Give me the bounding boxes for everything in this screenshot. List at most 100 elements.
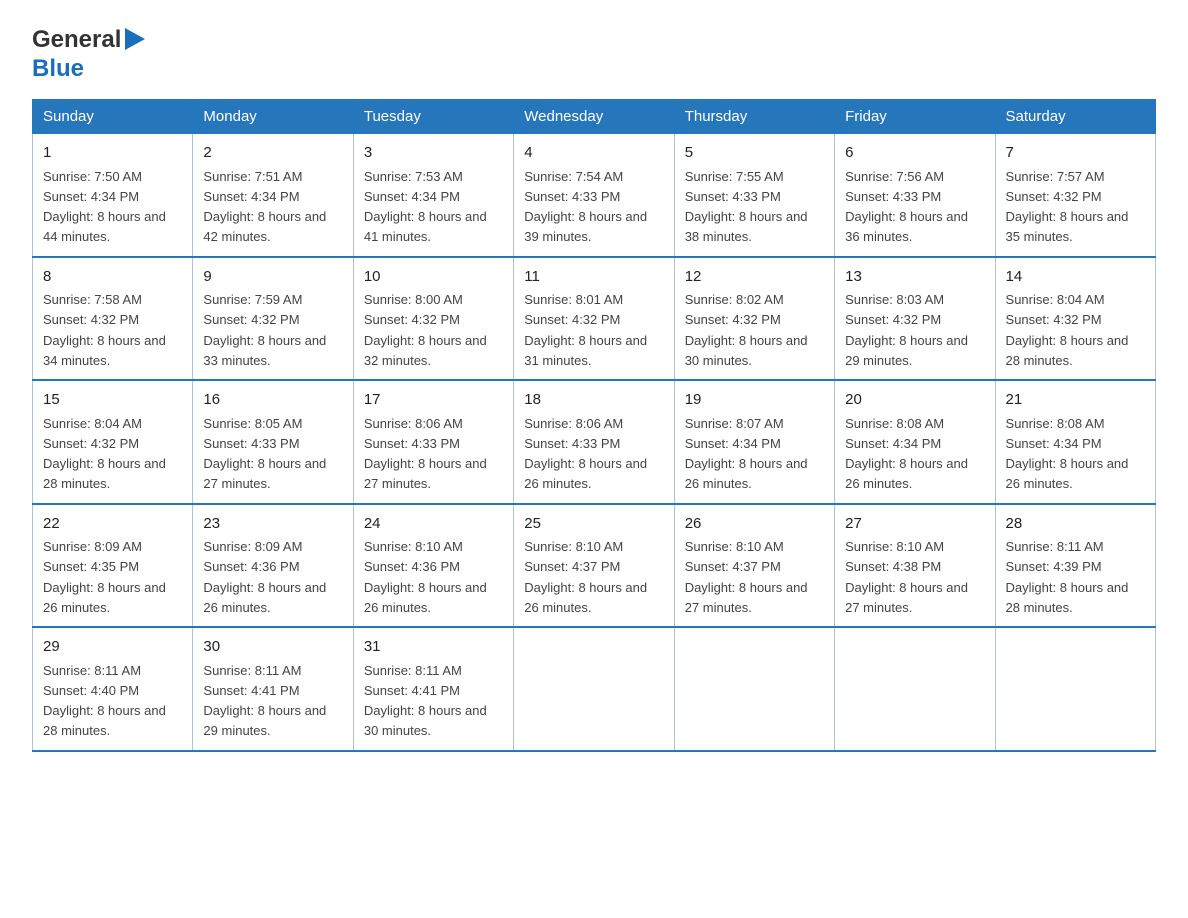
day-number: 27 xyxy=(845,513,984,536)
day-info: Sunrise: 8:05 AMSunset: 4:33 PMDaylight:… xyxy=(203,416,326,492)
calendar-cell: 6 Sunrise: 7:56 AMSunset: 4:33 PMDayligh… xyxy=(835,134,995,257)
day-info: Sunrise: 7:58 AMSunset: 4:32 PMDaylight:… xyxy=(43,292,166,368)
logo-blue-text: Blue xyxy=(32,55,84,82)
week-row-1: 1 Sunrise: 7:50 AMSunset: 4:34 PMDayligh… xyxy=(33,134,1156,257)
calendar-cell: 31 Sunrise: 8:11 AMSunset: 4:41 PMDaylig… xyxy=(353,627,513,751)
day-info: Sunrise: 8:04 AMSunset: 4:32 PMDaylight:… xyxy=(1006,292,1129,368)
calendar-cell: 18 Sunrise: 8:06 AMSunset: 4:33 PMDaylig… xyxy=(514,380,674,504)
calendar-cell: 17 Sunrise: 8:06 AMSunset: 4:33 PMDaylig… xyxy=(353,380,513,504)
week-row-2: 8 Sunrise: 7:58 AMSunset: 4:32 PMDayligh… xyxy=(33,257,1156,381)
calendar-cell: 2 Sunrise: 7:51 AMSunset: 4:34 PMDayligh… xyxy=(193,134,353,257)
day-number: 30 xyxy=(203,636,342,659)
day-info: Sunrise: 7:51 AMSunset: 4:34 PMDaylight:… xyxy=(203,169,326,245)
calendar-cell: 4 Sunrise: 7:54 AMSunset: 4:33 PMDayligh… xyxy=(514,134,674,257)
day-number: 10 xyxy=(364,266,503,289)
calendar-cell: 13 Sunrise: 8:03 AMSunset: 4:32 PMDaylig… xyxy=(835,257,995,381)
day-info: Sunrise: 8:06 AMSunset: 4:33 PMDaylight:… xyxy=(364,416,487,492)
calendar-cell: 22 Sunrise: 8:09 AMSunset: 4:35 PMDaylig… xyxy=(33,504,193,628)
weekday-header-saturday: Saturday xyxy=(995,100,1155,134)
calendar-cell: 21 Sunrise: 8:08 AMSunset: 4:34 PMDaylig… xyxy=(995,380,1155,504)
calendar-table: SundayMondayTuesdayWednesdayThursdayFrid… xyxy=(32,99,1156,752)
calendar-cell: 8 Sunrise: 7:58 AMSunset: 4:32 PMDayligh… xyxy=(33,257,193,381)
day-number: 8 xyxy=(43,266,182,289)
day-info: Sunrise: 8:10 AMSunset: 4:37 PMDaylight:… xyxy=(524,539,647,615)
day-info: Sunrise: 8:04 AMSunset: 4:32 PMDaylight:… xyxy=(43,416,166,492)
calendar-cell: 28 Sunrise: 8:11 AMSunset: 4:39 PMDaylig… xyxy=(995,504,1155,628)
day-info: Sunrise: 7:53 AMSunset: 4:34 PMDaylight:… xyxy=(364,169,487,245)
day-info: Sunrise: 8:07 AMSunset: 4:34 PMDaylight:… xyxy=(685,416,808,492)
day-number: 16 xyxy=(203,389,342,412)
calendar-cell: 15 Sunrise: 8:04 AMSunset: 4:32 PMDaylig… xyxy=(33,380,193,504)
day-info: Sunrise: 8:02 AMSunset: 4:32 PMDaylight:… xyxy=(685,292,808,368)
day-number: 19 xyxy=(685,389,824,412)
calendar-cell: 27 Sunrise: 8:10 AMSunset: 4:38 PMDaylig… xyxy=(835,504,995,628)
day-number: 23 xyxy=(203,513,342,536)
calendar-cell xyxy=(835,627,995,751)
day-number: 20 xyxy=(845,389,984,412)
calendar-cell xyxy=(514,627,674,751)
weekday-header-sunday: Sunday xyxy=(33,100,193,134)
day-info: Sunrise: 8:08 AMSunset: 4:34 PMDaylight:… xyxy=(1006,416,1129,492)
day-info: Sunrise: 7:50 AMSunset: 4:34 PMDaylight:… xyxy=(43,169,166,245)
calendar-cell: 16 Sunrise: 8:05 AMSunset: 4:33 PMDaylig… xyxy=(193,380,353,504)
day-number: 28 xyxy=(1006,513,1145,536)
weekday-header-thursday: Thursday xyxy=(674,100,834,134)
day-info: Sunrise: 7:54 AMSunset: 4:33 PMDaylight:… xyxy=(524,169,647,245)
calendar-cell: 25 Sunrise: 8:10 AMSunset: 4:37 PMDaylig… xyxy=(514,504,674,628)
day-info: Sunrise: 8:01 AMSunset: 4:32 PMDaylight:… xyxy=(524,292,647,368)
day-info: Sunrise: 8:08 AMSunset: 4:34 PMDaylight:… xyxy=(845,416,968,492)
day-number: 29 xyxy=(43,636,182,659)
day-number: 15 xyxy=(43,389,182,412)
day-info: Sunrise: 7:57 AMSunset: 4:32 PMDaylight:… xyxy=(1006,169,1129,245)
day-info: Sunrise: 8:06 AMSunset: 4:33 PMDaylight:… xyxy=(524,416,647,492)
day-number: 11 xyxy=(524,266,663,289)
day-info: Sunrise: 8:10 AMSunset: 4:37 PMDaylight:… xyxy=(685,539,808,615)
calendar-cell: 26 Sunrise: 8:10 AMSunset: 4:37 PMDaylig… xyxy=(674,504,834,628)
day-number: 25 xyxy=(524,513,663,536)
calendar-cell: 23 Sunrise: 8:09 AMSunset: 4:36 PMDaylig… xyxy=(193,504,353,628)
calendar-cell: 9 Sunrise: 7:59 AMSunset: 4:32 PMDayligh… xyxy=(193,257,353,381)
weekday-header-tuesday: Tuesday xyxy=(353,100,513,134)
page-header: General Blue xyxy=(32,24,1156,83)
day-info: Sunrise: 8:10 AMSunset: 4:36 PMDaylight:… xyxy=(364,539,487,615)
day-number: 3 xyxy=(364,142,503,165)
day-number: 1 xyxy=(43,142,182,165)
calendar-cell xyxy=(995,627,1155,751)
day-number: 5 xyxy=(685,142,824,165)
day-number: 4 xyxy=(524,142,663,165)
calendar-cell: 7 Sunrise: 7:57 AMSunset: 4:32 PMDayligh… xyxy=(995,134,1155,257)
day-number: 14 xyxy=(1006,266,1145,289)
week-row-3: 15 Sunrise: 8:04 AMSunset: 4:32 PMDaylig… xyxy=(33,380,1156,504)
calendar-cell xyxy=(674,627,834,751)
day-info: Sunrise: 8:11 AMSunset: 4:41 PMDaylight:… xyxy=(203,663,326,739)
calendar-cell: 1 Sunrise: 7:50 AMSunset: 4:34 PMDayligh… xyxy=(33,134,193,257)
calendar-cell: 30 Sunrise: 8:11 AMSunset: 4:41 PMDaylig… xyxy=(193,627,353,751)
calendar-cell: 12 Sunrise: 8:02 AMSunset: 4:32 PMDaylig… xyxy=(674,257,834,381)
day-number: 13 xyxy=(845,266,984,289)
day-number: 2 xyxy=(203,142,342,165)
calendar-cell: 3 Sunrise: 7:53 AMSunset: 4:34 PMDayligh… xyxy=(353,134,513,257)
weekday-header-friday: Friday xyxy=(835,100,995,134)
weekday-header-monday: Monday xyxy=(193,100,353,134)
day-number: 31 xyxy=(364,636,503,659)
logo-arrow-icon xyxy=(125,28,145,55)
logo-general-text: General xyxy=(32,26,121,54)
weekday-header-row: SundayMondayTuesdayWednesdayThursdayFrid… xyxy=(33,100,1156,134)
day-number: 26 xyxy=(685,513,824,536)
calendar-cell: 19 Sunrise: 8:07 AMSunset: 4:34 PMDaylig… xyxy=(674,380,834,504)
day-number: 22 xyxy=(43,513,182,536)
calendar-cell: 11 Sunrise: 8:01 AMSunset: 4:32 PMDaylig… xyxy=(514,257,674,381)
calendar-cell: 29 Sunrise: 8:11 AMSunset: 4:40 PMDaylig… xyxy=(33,627,193,751)
day-info: Sunrise: 8:09 AMSunset: 4:35 PMDaylight:… xyxy=(43,539,166,615)
day-number: 24 xyxy=(364,513,503,536)
week-row-5: 29 Sunrise: 8:11 AMSunset: 4:40 PMDaylig… xyxy=(33,627,1156,751)
calendar-cell: 10 Sunrise: 8:00 AMSunset: 4:32 PMDaylig… xyxy=(353,257,513,381)
calendar-cell: 14 Sunrise: 8:04 AMSunset: 4:32 PMDaylig… xyxy=(995,257,1155,381)
day-number: 7 xyxy=(1006,142,1145,165)
logo: General Blue xyxy=(32,24,145,83)
day-info: Sunrise: 7:55 AMSunset: 4:33 PMDaylight:… xyxy=(685,169,808,245)
day-info: Sunrise: 8:09 AMSunset: 4:36 PMDaylight:… xyxy=(203,539,326,615)
day-info: Sunrise: 8:10 AMSunset: 4:38 PMDaylight:… xyxy=(845,539,968,615)
week-row-4: 22 Sunrise: 8:09 AMSunset: 4:35 PMDaylig… xyxy=(33,504,1156,628)
day-info: Sunrise: 7:59 AMSunset: 4:32 PMDaylight:… xyxy=(203,292,326,368)
